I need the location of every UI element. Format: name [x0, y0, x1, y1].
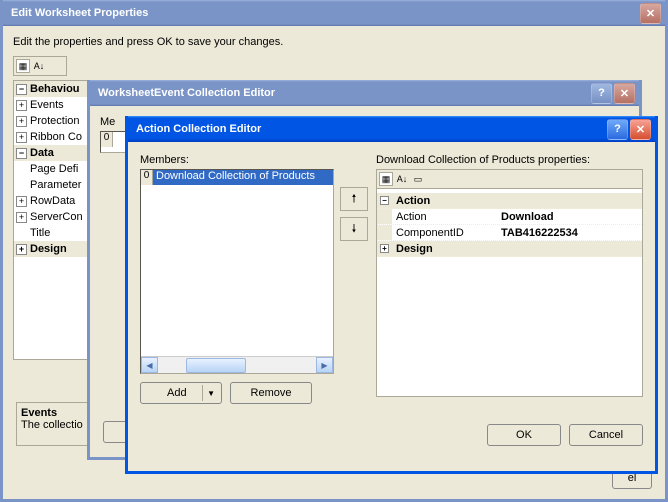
close-icon[interactable]: ✕ — [640, 3, 661, 24]
collapse-icon[interactable]: − — [380, 196, 389, 205]
parent-title: Edit Worksheet Properties — [11, 7, 148, 19]
prop-name: ComponentID — [392, 225, 497, 240]
mid-titlebar: WorksheetEvent Collection Editor ? ✕ — [90, 80, 639, 106]
remove-label: Remove — [251, 387, 292, 399]
prop-cat-design[interactable]: + Design — [377, 241, 642, 257]
ok-button[interactable]: OK — [487, 424, 561, 446]
scroll-left-icon[interactable]: ◀ — [141, 357, 158, 373]
add-button[interactable]: Add ▼ — [140, 382, 222, 404]
members-label: Members: — [140, 154, 368, 166]
members-listbox[interactable]: 0 Download Collection of Products ◀ ▶ — [140, 169, 334, 374]
scroll-right-icon[interactable]: ▶ — [316, 357, 333, 373]
expand-icon[interactable]: + — [16, 244, 27, 255]
prop-row-componentid[interactable]: ComponentID TAB416222534 — [377, 225, 642, 241]
item-label: Download Collection of Products — [153, 170, 333, 185]
mid-title: WorksheetEvent Collection Editor — [98, 87, 275, 99]
prop-row-action[interactable]: Action Download — [377, 209, 642, 225]
expand-icon[interactable]: + — [16, 132, 27, 143]
scroll-track[interactable] — [158, 357, 316, 373]
categorized-icon[interactable]: ▦ — [379, 172, 393, 186]
scroll-thumb[interactable] — [186, 358, 246, 373]
collapse-icon[interactable]: − — [16, 84, 27, 95]
arrow-up-icon: 🠕 — [352, 190, 357, 209]
move-up-button[interactable]: 🠕 — [340, 187, 368, 211]
prop-value[interactable]: Download — [497, 209, 642, 224]
remove-button[interactable]: Remove — [230, 382, 312, 404]
prop-cat-action[interactable]: − Action — [377, 193, 642, 209]
list-item[interactable]: 0 Download Collection of Products — [141, 170, 333, 185]
help-icon[interactable]: ? — [607, 119, 628, 140]
alphabetical-icon[interactable]: A↓ — [32, 59, 46, 73]
cancel-button[interactable]: Cancel — [569, 424, 643, 446]
horizontal-scrollbar[interactable]: ◀ ▶ — [141, 356, 333, 373]
dialog-title: Action Collection Editor — [136, 123, 261, 135]
propgrid-toolbar: ▦ A↓ — [13, 56, 67, 76]
item-index: 0 — [141, 170, 153, 185]
property-pages-icon[interactable]: ▭ — [411, 172, 425, 186]
propgrid-toolbar: ▦ A↓ ▭ — [377, 170, 642, 189]
categorized-icon[interactable]: ▦ — [16, 59, 30, 73]
propgrid-spacer-icon — [48, 59, 62, 73]
expand-icon[interactable]: + — [16, 100, 27, 111]
collapse-icon[interactable]: − — [16, 148, 27, 159]
prop-value[interactable]: TAB416222534 — [497, 225, 642, 240]
move-down-button[interactable]: 🠗 — [340, 217, 368, 241]
chevron-down-icon[interactable]: ▼ — [207, 389, 215, 398]
add-label: Add — [167, 387, 187, 399]
parent-titlebar: Edit Worksheet Properties ✕ — [3, 0, 665, 26]
property-grid[interactable]: ▦ A↓ ▭ − Action Action Download Componen… — [376, 169, 643, 397]
expand-icon[interactable]: + — [16, 116, 27, 127]
expand-icon[interactable]: + — [380, 244, 389, 253]
close-icon[interactable]: ✕ — [614, 83, 635, 104]
instruction-text: Edit the properties and press OK to save… — [13, 36, 655, 48]
expand-icon[interactable]: + — [16, 196, 27, 207]
props-label: Download Collection of Products properti… — [376, 154, 643, 166]
help-icon[interactable]: ? — [591, 83, 612, 104]
close-icon[interactable]: ✕ — [630, 119, 651, 140]
expand-icon[interactable]: + — [16, 212, 27, 223]
arrow-down-icon: 🠗 — [352, 220, 357, 239]
alphabetical-icon[interactable]: A↓ — [395, 172, 409, 186]
prop-name: Action — [392, 209, 497, 224]
dialog-titlebar: Action Collection Editor ? ✕ — [128, 116, 655, 142]
